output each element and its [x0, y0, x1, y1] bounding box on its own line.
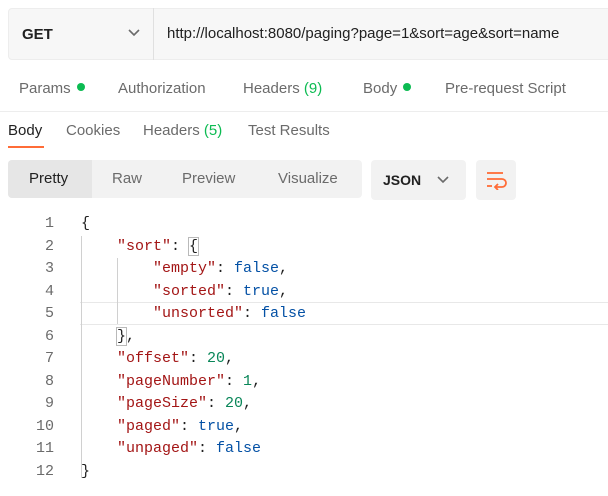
tab-label: Headers [243, 80, 300, 97]
tab-label: Headers [143, 122, 200, 139]
code-line: 6}, [0, 326, 608, 349]
format-raw[interactable]: Raw [112, 170, 142, 187]
line-text: "pageSize": 20, [117, 395, 253, 412]
line-text: "paged": true, [117, 417, 244, 435]
code-line: 8 "pageNumber": 1, [0, 371, 608, 394]
chevron-down-icon[interactable] [126, 24, 142, 40]
tab-authorization[interactable]: Authorization [118, 80, 206, 97]
line-text: "sorted": true, [153, 282, 289, 300]
line-number: 2 [44, 237, 54, 255]
line-number: 4 [44, 282, 54, 300]
code-line: 12} [0, 461, 608, 484]
line-text: "offset": 20, [117, 350, 235, 367]
code-line: 3 "empty": false, [0, 258, 608, 281]
status-dot [403, 83, 412, 91]
tab-response-headers[interactable]: Headers (5) [143, 122, 222, 139]
status-dot [76, 83, 85, 91]
line-text: { [81, 215, 91, 232]
tab-label: Body [363, 80, 398, 97]
line-number: 7 [44, 350, 54, 367]
language-label: JSON [383, 172, 422, 188]
line-text: "unsorted": false [153, 305, 307, 322]
divider [0, 111, 608, 112]
tab-body[interactable]: Body [363, 80, 412, 97]
code-line: 2 "sort": { [0, 236, 608, 259]
line-text: "sort": { [117, 236, 200, 256]
format-pretty[interactable]: Pretty [29, 170, 68, 187]
tab-cookies[interactable]: Cookies [66, 122, 120, 139]
tab-label: Params [19, 80, 71, 97]
line-text: } [81, 462, 91, 480]
line-number: 9 [44, 395, 54, 412]
headers-count: (9) [303, 80, 323, 97]
tab-label: Pre-request Script [445, 80, 566, 97]
code-line: 5 "unsorted": false [0, 303, 608, 326]
line-number: 3 [44, 260, 54, 277]
format-visualize[interactable]: Visualize [278, 170, 338, 187]
line-number: 10 [35, 417, 54, 435]
line-text: "pageNumber": 1, [117, 372, 262, 390]
line-number: 5 [44, 305, 54, 322]
tab-params[interactable]: Params [19, 80, 85, 97]
tab-response-body[interactable]: Body [8, 122, 42, 139]
code-line: 10 "paged": true, [0, 416, 608, 439]
line-number: 1 [44, 215, 54, 232]
tab-test-results[interactable]: Test Results [248, 122, 330, 139]
tab-label: Authorization [118, 80, 206, 97]
line-number: 12 [35, 462, 54, 480]
code-line: 4 "sorted": true, [0, 281, 608, 304]
line-number: 6 [44, 327, 54, 345]
wrap-lines-icon [487, 172, 507, 190]
line-number: 11 [35, 440, 54, 457]
line-number: 8 [44, 372, 54, 390]
code-line: 1{ [0, 213, 608, 236]
code-line: 11 "unpaged": false [0, 438, 608, 461]
headers-count: (5) [203, 122, 223, 139]
tab-pre-request-script[interactable]: Pre-request Script [445, 80, 566, 97]
url-input[interactable]: http://localhost:8080/paging?page=1&sort… [167, 25, 559, 42]
tab-headers[interactable]: Headers (9) [243, 80, 322, 97]
line-text: }, [115, 326, 136, 346]
active-tab-indicator [8, 146, 44, 148]
code-line: 7 "offset": 20, [0, 348, 608, 371]
format-preview[interactable]: Preview [182, 170, 235, 187]
method-label: GET [22, 26, 53, 43]
line-text: "unpaged": false [117, 440, 262, 457]
line-text: "empty": false, [153, 260, 289, 277]
chevron-down-icon [437, 176, 449, 184]
code-line: 9 "pageSize": 20, [0, 393, 608, 416]
